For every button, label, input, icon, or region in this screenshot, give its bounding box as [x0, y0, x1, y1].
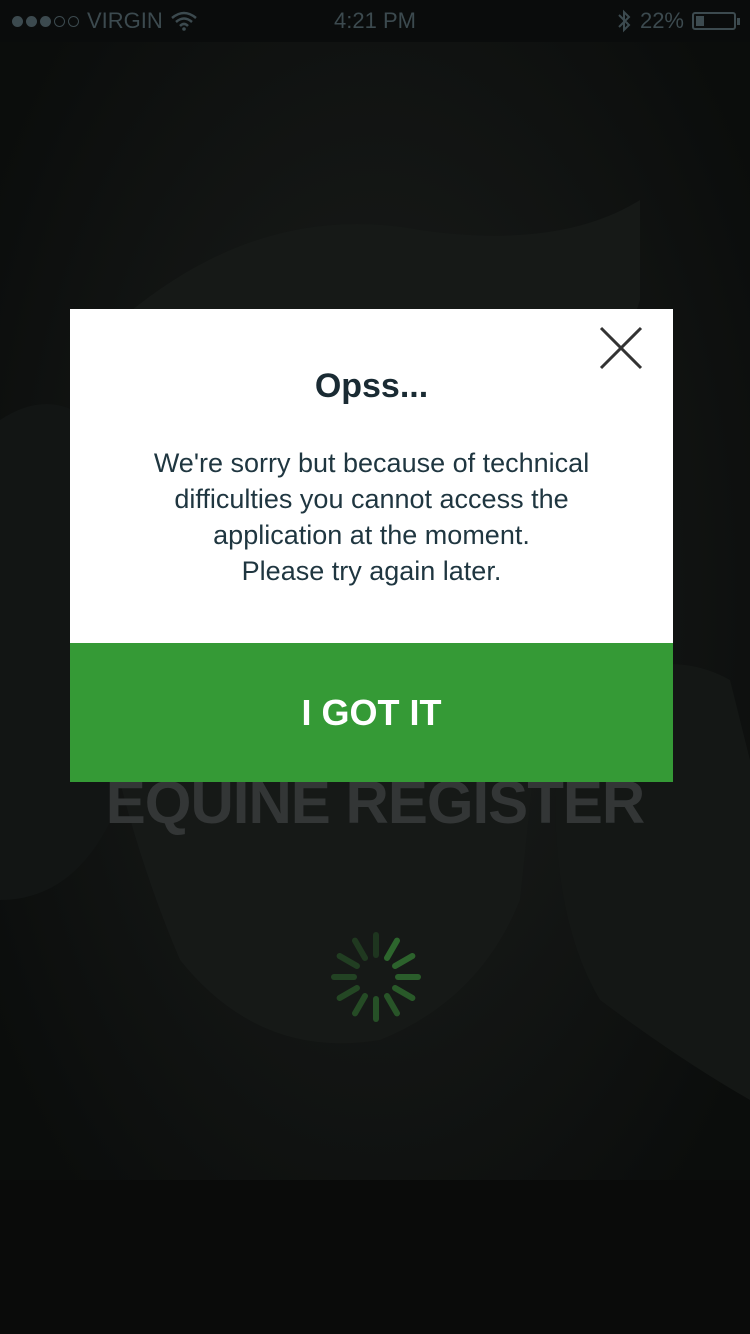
battery-fill [696, 16, 704, 26]
close-icon-glyph [599, 326, 643, 370]
battery-percent: 22% [639, 8, 684, 33]
spinner-tick [352, 993, 368, 1017]
spinner-tick [336, 985, 360, 1001]
error-dialog: Opss... We're sorry but because of techn… [70, 309, 673, 782]
dialog-title: Opss... [314, 367, 429, 405]
spinner-tick [392, 985, 416, 1001]
app-screen: VIRGIN 4:21 PM 22% EQUINE REGISTER Opss.… [0, 0, 750, 1334]
spinner-tick [336, 953, 360, 969]
status-bar: VIRGIN 4:21 PM 22% [0, 0, 750, 42]
spinner-tick [384, 993, 400, 1017]
close-icon[interactable] [599, 326, 643, 370]
battery-tip [737, 18, 740, 25]
spinner-tick [352, 937, 368, 961]
spinner-tick [392, 953, 416, 969]
i-got-it-button[interactable]: I GOT IT [70, 643, 673, 782]
battery-icon [692, 12, 740, 30]
bluetooth-icon [618, 9, 631, 33]
dialog-message: We're sorry but because of technical dif… [153, 448, 590, 586]
status-right: 22% [616, 8, 740, 34]
loading-spinner-icon [331, 932, 421, 1022]
spinner-tick [384, 937, 400, 961]
